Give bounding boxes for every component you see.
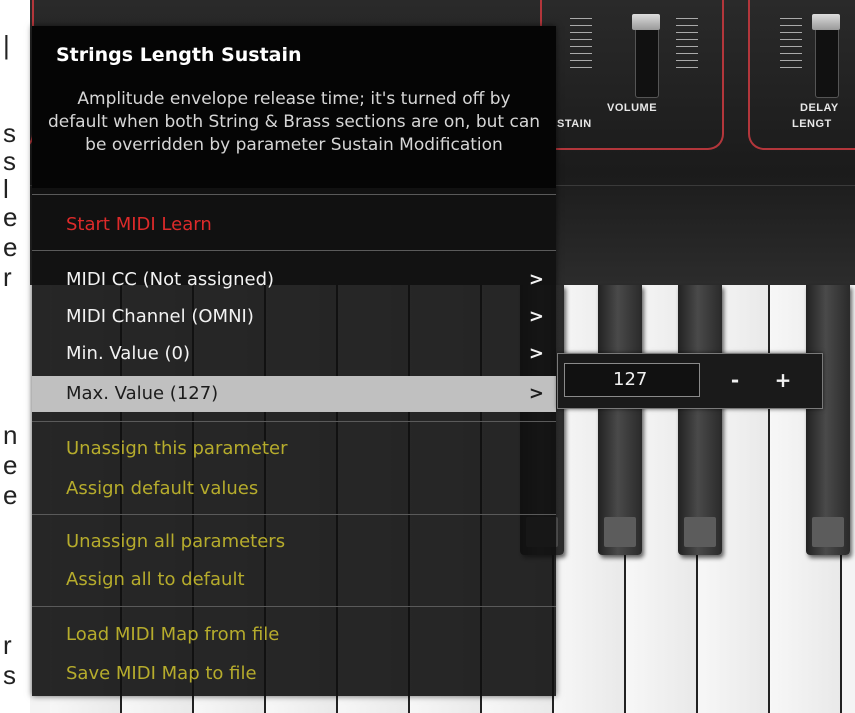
menu-item-label: MIDI CC (Not assigned) <box>66 269 275 290</box>
edge-glyph: r <box>3 262 12 292</box>
black-key[interactable] <box>598 285 642 555</box>
chevron-right-icon: > <box>528 383 544 404</box>
menu-divider <box>32 194 556 195</box>
black-key[interactable] <box>806 285 850 555</box>
parameter-title: Strings Length Sustain <box>56 44 302 66</box>
delay-fader-track[interactable] <box>815 20 839 98</box>
menu-item-label: Max. Value (127) <box>66 383 219 404</box>
load-midi-map-item[interactable]: Load MIDI Map from file <box>32 617 556 653</box>
assign-all-default-item[interactable]: Assign all to default <box>32 562 556 598</box>
midi-context-menu: Strings Length Sustain Amplitude envelop… <box>32 26 556 696</box>
delay-scale <box>780 18 802 74</box>
edge-glyph: s <box>3 660 16 690</box>
edge-glyph: s <box>3 146 16 176</box>
save-midi-map-item[interactable]: Save MIDI Map to file <box>32 656 556 692</box>
edge-glyph: r <box>3 630 12 660</box>
menu-item-label: Min. Value (0) <box>66 343 191 364</box>
volume-label: VOLUME <box>607 102 658 114</box>
chevron-right-icon: > <box>528 306 544 327</box>
volume-fader-track[interactable] <box>635 20 659 98</box>
edge-glyph: e <box>3 232 18 262</box>
assign-default-values-item[interactable]: Assign default values <box>32 471 556 507</box>
edge-glyph: e <box>3 450 18 480</box>
edge-glyph: n <box>3 420 18 450</box>
menu-divider <box>32 421 556 422</box>
length-label: LENGT <box>792 118 832 130</box>
edge-glyph: e <box>3 480 18 510</box>
menu-divider <box>32 606 556 607</box>
chevron-right-icon: > <box>528 343 544 364</box>
menu-header: Strings Length Sustain Amplitude envelop… <box>32 26 556 188</box>
black-key[interactable] <box>678 285 722 555</box>
volume-scale-right <box>676 18 698 74</box>
chevron-right-icon: > <box>528 269 544 290</box>
delay-fader-handle[interactable] <box>812 14 840 30</box>
decrement-button[interactable]: - <box>718 363 752 397</box>
left-edge-panel: | s s l e e r n e e r s <box>0 0 30 713</box>
midi-cc-item[interactable]: MIDI CC (Not assigned) > <box>32 262 556 298</box>
edge-glyph: s <box>3 118 16 148</box>
max-value-field[interactable]: 127 <box>564 363 700 397</box>
min-value-item[interactable]: Min. Value (0) > <box>32 336 556 372</box>
edge-glyph: l <box>3 174 9 204</box>
unassign-parameter-item[interactable]: Unassign this parameter <box>32 431 556 467</box>
sustain-label: STAIN <box>557 118 592 130</box>
start-midi-learn-item[interactable]: Start MIDI Learn <box>32 207 556 243</box>
volume-scale <box>570 18 592 74</box>
volume-fader-handle[interactable] <box>632 14 660 30</box>
midi-channel-item[interactable]: MIDI Channel (OMNI) > <box>32 299 556 335</box>
menu-divider <box>32 514 556 515</box>
edge-glyph: | <box>3 30 10 60</box>
menu-divider <box>32 250 556 251</box>
delay-label: DELAY <box>800 102 839 114</box>
increment-button[interactable]: + <box>766 363 800 397</box>
menu-item-label: MIDI Channel (OMNI) <box>66 306 254 327</box>
edge-glyph: e <box>3 202 18 232</box>
max-value-submenu: 127 - + <box>557 353 823 409</box>
max-value-item[interactable]: Max. Value (127) > <box>32 376 556 412</box>
unassign-all-item[interactable]: Unassign all parameters <box>32 524 556 560</box>
parameter-description: Amplitude envelope release time; it's tu… <box>47 89 541 155</box>
